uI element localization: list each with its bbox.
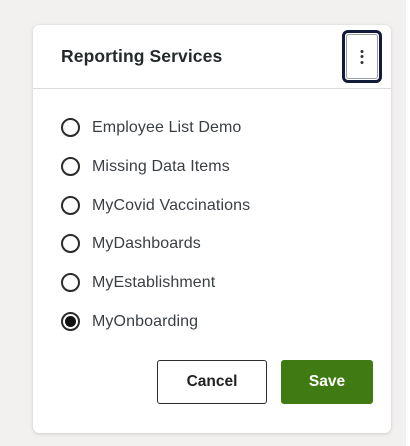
- page-edge-strip: [406, 0, 410, 446]
- panel-title: Reporting Services: [61, 46, 223, 66]
- report-radio-group: Employee List Demo Missing Data Items My…: [61, 116, 381, 349]
- panel-header: Reporting Services: [33, 25, 391, 89]
- page-background: Reporting Services Employee List Demo Mi…: [0, 0, 410, 446]
- cancel-button[interactable]: Cancel: [157, 360, 267, 404]
- radio-button[interactable]: [61, 156, 80, 176]
- radio-button[interactable]: [61, 273, 80, 293]
- radio-option-label: Missing Data Items: [92, 157, 230, 175]
- radio-option-employee-list-demo[interactable]: Employee List Demo: [61, 116, 381, 155]
- radio-option-mycovid-vaccinations[interactable]: MyCovid Vaccinations: [61, 194, 381, 233]
- save-button[interactable]: Save: [281, 360, 373, 404]
- radio-button[interactable]: [61, 234, 80, 254]
- radio-option-label: MyEstablishment: [92, 274, 216, 292]
- radio-option-myestablishment[interactable]: MyEstablishment: [61, 271, 381, 310]
- radio-option-myonboarding[interactable]: MyOnboarding: [61, 310, 381, 349]
- radio-button-selected[interactable]: [61, 311, 80, 331]
- radio-button[interactable]: [61, 195, 80, 215]
- radio-button[interactable]: [61, 118, 80, 137]
- radio-option-label: Employee List Demo: [92, 119, 242, 136]
- radio-option-missing-data-items[interactable]: Missing Data Items: [61, 155, 381, 194]
- radio-option-label: MyOnboarding: [92, 312, 199, 330]
- radio-option-mydashboards[interactable]: MyDashboards: [61, 232, 381, 271]
- radio-option-label: MyDashboards: [92, 235, 201, 253]
- kebab-vertical-icon: [360, 49, 364, 64]
- more-options-button[interactable]: [342, 30, 382, 83]
- radio-option-label: MyCovid Vaccinations: [92, 196, 251, 214]
